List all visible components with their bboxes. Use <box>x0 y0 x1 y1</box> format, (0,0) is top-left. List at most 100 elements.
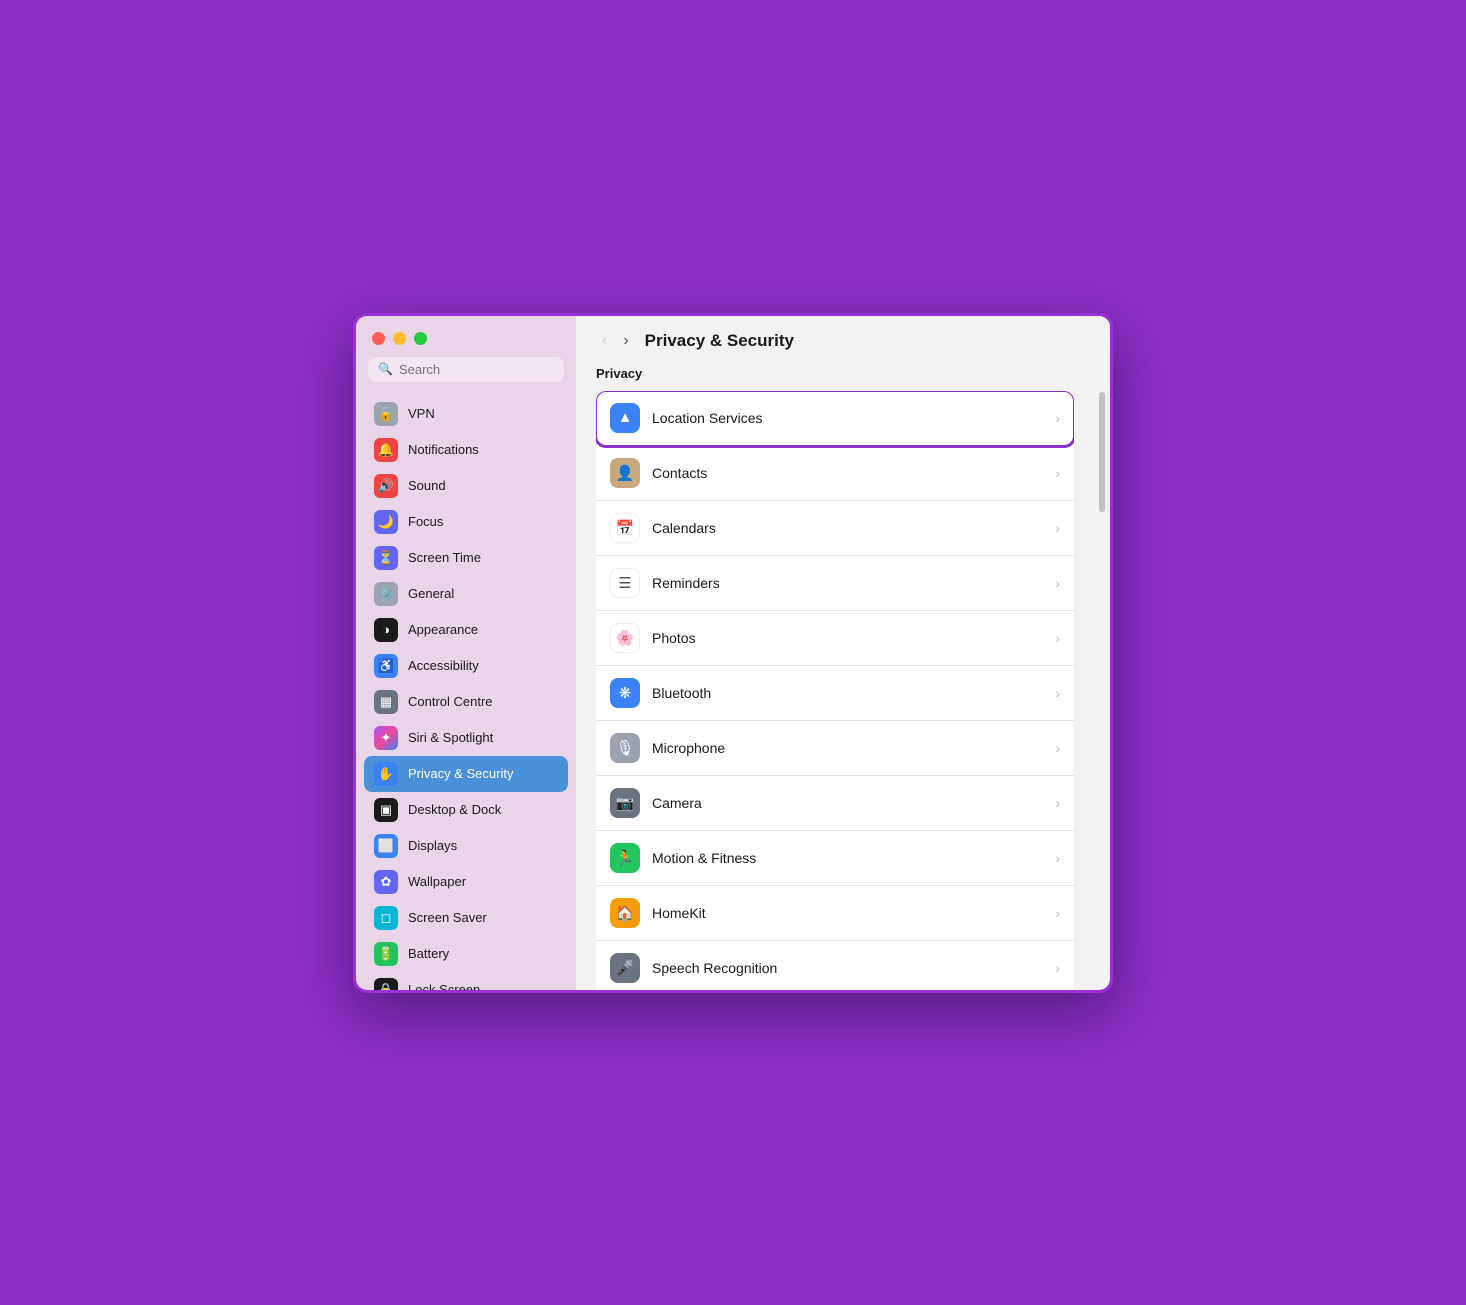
sidebar-item-general[interactable]: ⚙️General <box>364 576 568 612</box>
sidebar-icon-control-centre: ▦ <box>374 690 398 714</box>
scrollbar-thumb[interactable] <box>1099 392 1105 512</box>
item-label: Calendars <box>652 520 1055 536</box>
page-title: Privacy & Security <box>645 331 794 351</box>
item-label: Bluetooth <box>652 685 1055 701</box>
item-label: Speech Recognition <box>652 960 1055 976</box>
item-icon-contacts: 👤 <box>610 458 640 488</box>
chevron-right-icon: › <box>1055 630 1060 646</box>
sidebar-item-label: VPN <box>408 406 435 421</box>
item-icon-photos: 🌸 <box>610 623 640 653</box>
settings-item-camera[interactable]: 📷 Camera› <box>596 776 1074 831</box>
sidebar-icon-battery: 🔋 <box>374 942 398 966</box>
chevron-right-icon: › <box>1055 960 1060 976</box>
scrollbar-track[interactable] <box>1098 372 1106 980</box>
sidebar-icon-notifications: 🔔 <box>374 438 398 462</box>
forward-button[interactable]: › <box>617 330 634 352</box>
sidebar-item-label: Focus <box>408 514 443 529</box>
chevron-right-icon: › <box>1055 795 1060 811</box>
sidebar-item-privacy-security[interactable]: ✋Privacy & Security <box>364 756 568 792</box>
sidebar-icon-focus: 🌙 <box>374 510 398 534</box>
sidebar-icon-privacy-security: ✋ <box>374 762 398 786</box>
minimize-button[interactable] <box>393 332 406 345</box>
chevron-right-icon: › <box>1055 465 1060 481</box>
settings-item-reminders[interactable]: ☰Reminders› <box>596 556 1074 611</box>
main-content: ‹ › Privacy & Security Privacy ▲Location… <box>576 316 1110 990</box>
chevron-right-icon: › <box>1055 740 1060 756</box>
sidebar-item-label: Sound <box>408 478 446 493</box>
sidebar-icon-sound: 🔊 <box>374 474 398 498</box>
sidebar-icon-accessibility: ♿ <box>374 654 398 678</box>
settings-item-homekit[interactable]: 🏠HomeKit› <box>596 886 1074 941</box>
settings-item-motion[interactable]: 🏃 Motion & Fitness› <box>596 831 1074 886</box>
back-button[interactable]: ‹ <box>596 330 613 352</box>
sidebar-item-screen-saver[interactable]: ◻Screen Saver <box>364 900 568 936</box>
sidebar-icon-siri-spotlight: ✦ <box>374 726 398 750</box>
sidebar-item-label: General <box>408 586 454 601</box>
chevron-right-icon: › <box>1055 410 1060 426</box>
titlebar <box>356 316 576 357</box>
chevron-right-icon: › <box>1055 850 1060 866</box>
sidebar-item-focus[interactable]: 🌙 Focus <box>364 504 568 540</box>
search-icon: 🔍 <box>378 362 393 376</box>
sidebar-item-label: Lock Screen <box>408 982 480 990</box>
chevron-right-icon: › <box>1055 905 1060 921</box>
content-scroll[interactable]: Privacy ▲Location Services›👤Contacts›📅Ca… <box>576 362 1094 990</box>
sidebar-icon-appearance: ◑ <box>374 618 398 642</box>
sidebar-item-label: Accessibility <box>408 658 479 673</box>
settings-item-location[interactable]: ▲Location Services› <box>596 391 1074 446</box>
item-icon-motion: 🏃 <box>610 843 640 873</box>
item-label: Contacts <box>652 465 1055 481</box>
search-bar[interactable]: 🔍 <box>368 357 564 382</box>
item-label: Reminders <box>652 575 1055 591</box>
item-icon-location: ▲ <box>610 403 640 433</box>
settings-item-speech[interactable]: 🎤 Speech Recognition› <box>596 941 1074 990</box>
item-icon-calendars: 📅 <box>610 513 640 543</box>
main-window: 🔍 🔒 VPN 🔔Notifications 🔊 Sound 🌙 Focus ⏳ Screen … <box>353 313 1113 993</box>
item-label: Microphone <box>652 740 1055 756</box>
sidebar-item-vpn[interactable]: 🔒 VPN <box>364 396 568 432</box>
item-label: Motion & Fitness <box>652 850 1055 866</box>
sidebar: 🔍 🔒 VPN 🔔Notifications 🔊 Sound 🌙 Focus ⏳ Screen … <box>356 316 576 990</box>
sidebar-item-lock-screen[interactable]: 🔒 Lock Screen <box>364 972 568 990</box>
chevron-right-icon: › <box>1055 685 1060 701</box>
toolbar: ‹ › Privacy & Security <box>576 316 1110 362</box>
sidebar-item-label: Siri & Spotlight <box>408 730 493 745</box>
sidebar-item-displays[interactable]: ⬜ Displays <box>364 828 568 864</box>
chevron-right-icon: › <box>1055 575 1060 591</box>
settings-item-bluetooth[interactable]: ❋ Bluetooth› <box>596 666 1074 721</box>
sidebar-item-wallpaper[interactable]: ✿Wallpaper <box>364 864 568 900</box>
sidebar-icon-lock-screen: 🔒 <box>374 978 398 990</box>
sidebar-item-notifications[interactable]: 🔔Notifications <box>364 432 568 468</box>
maximize-button[interactable] <box>414 332 427 345</box>
sidebar-item-screen-time[interactable]: ⏳ Screen Time <box>364 540 568 576</box>
item-icon-bluetooth: ❋ <box>610 678 640 708</box>
sidebar-icon-desktop-dock: ▣ <box>374 798 398 822</box>
sidebar-icon-screen-time: ⏳ <box>374 546 398 570</box>
item-label: Photos <box>652 630 1055 646</box>
sidebar-item-accessibility[interactable]: ♿ Accessibility <box>364 648 568 684</box>
sidebar-item-battery[interactable]: 🔋Battery <box>364 936 568 972</box>
settings-item-contacts[interactable]: 👤 Contacts› <box>596 446 1074 501</box>
sidebar-item-control-centre[interactable]: ▦Control Centre <box>364 684 568 720</box>
sidebar-item-label: Displays <box>408 838 457 853</box>
item-label: Camera <box>652 795 1055 811</box>
search-input[interactable] <box>399 362 554 377</box>
close-button[interactable] <box>372 332 385 345</box>
sidebar-icon-vpn: 🔒 <box>374 402 398 426</box>
sidebar-icon-displays: ⬜ <box>374 834 398 858</box>
settings-item-calendars[interactable]: 📅Calendars› <box>596 501 1074 556</box>
sidebar-item-label: Desktop & Dock <box>408 802 501 817</box>
settings-item-photos[interactable]: 🌸 Photos› <box>596 611 1074 666</box>
sidebar-list: 🔒 VPN 🔔Notifications 🔊 Sound 🌙 Focus ⏳ Screen Ti… <box>356 392 576 990</box>
sidebar-item-desktop-dock[interactable]: ▣ Desktop & Dock <box>364 792 568 828</box>
item-icon-speech: 🎤 <box>610 953 640 983</box>
sidebar-item-sound[interactable]: 🔊 Sound <box>364 468 568 504</box>
section-header: Privacy <box>596 366 1074 381</box>
sidebar-item-siri-spotlight[interactable]: ✦ Siri & Spotlight <box>364 720 568 756</box>
settings-item-microphone[interactable]: 🎙 Microphone› <box>596 721 1074 776</box>
item-icon-microphone: 🎙 <box>610 733 640 763</box>
sidebar-item-label: Screen Time <box>408 550 481 565</box>
item-icon-camera: 📷 <box>610 788 640 818</box>
sidebar-icon-screen-saver: ◻ <box>374 906 398 930</box>
sidebar-item-appearance[interactable]: ◑Appearance <box>364 612 568 648</box>
